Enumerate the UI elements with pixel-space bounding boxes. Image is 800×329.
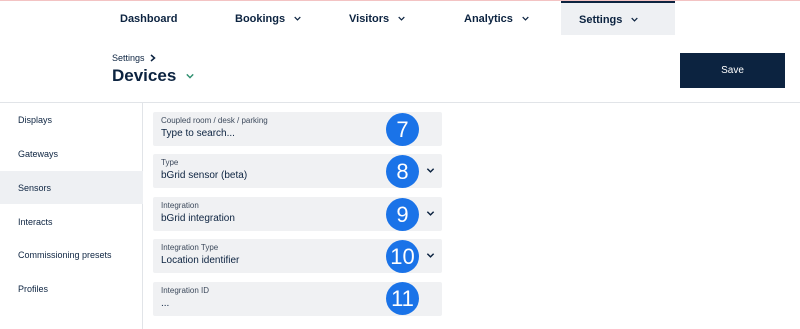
sidebar: Displays Gateways Sensors Interacts Comm… [0,103,143,329]
chevron-down-icon[interactable] [426,251,435,260]
field-value: bGrid sensor (beta) [161,170,248,181]
nav-label: Bookings [235,12,286,25]
sidebar-item-sensors[interactable]: Sensors [0,171,143,204]
sidebar-item-label: Commissioning presets [18,249,112,260]
top-nav: Dashboard Bookings Visitors Analytics Se… [0,0,800,36]
step-badge: 7 [386,113,419,146]
field-label: Type [161,158,179,167]
field-value: Type to search... [161,128,235,139]
chevron-down-icon[interactable] [426,209,435,218]
sidebar-item-commissioning-presets[interactable]: Commissioning presets [0,238,143,271]
field-value: ... [161,298,170,309]
step-badge: 8 [386,155,419,188]
save-button[interactable]: Save [680,53,785,88]
field-label: Coupled room / desk / parking [161,116,268,125]
chevron-down-icon[interactable] [426,166,435,175]
nav-visitors[interactable]: Visitors [349,1,405,36]
nav-label: Visitors [349,12,390,25]
field-value: Location identifier [161,255,240,266]
sidebar-item-label: Interacts [18,216,53,227]
breadcrumb-settings: Settings [112,53,145,63]
sidebar-item-gateways[interactable]: Gateways [0,137,143,170]
field-value: bGrid integration [161,213,235,224]
step-badge: 9 [386,198,419,231]
page-title-text: Devices [112,66,177,85]
chevron-down-icon [522,16,529,21]
step-badge: 10 [386,240,419,273]
nav-label: Dashboard [120,12,178,25]
sidebar-item-label: Gateways [18,148,59,159]
sidebar-item-displays[interactable]: Displays [0,103,143,136]
chevron-down-icon [294,16,301,21]
field-label: Integration ID [161,286,210,295]
nav-label: Analytics [464,12,513,25]
step-badge: 11 [386,282,419,315]
sidebar-item-interacts[interactable]: Interacts [0,205,143,238]
sidebar-item-label: Displays [18,114,53,125]
nav-bookings[interactable]: Bookings [235,1,301,36]
nav-label: Settings [579,13,623,26]
page-header: Settings Devices Save [0,35,800,103]
chevron-down-icon [631,17,639,22]
chevron-down-icon [186,73,194,79]
sidebar-item-profiles[interactable]: Profiles [0,272,143,305]
chevron-right-icon [150,54,156,62]
sidebar-item-label: Profiles [18,283,49,294]
sidebar-item-label: Sensors [18,182,52,193]
page-title[interactable]: Devices [112,66,194,86]
breadcrumb[interactable]: Settings [112,53,156,63]
field-label: Integration [161,201,199,210]
chevron-down-icon [398,16,405,21]
nav-analytics[interactable]: Analytics [464,1,529,36]
nav-settings[interactable]: Settings [561,1,675,36]
nav-dashboard[interactable]: Dashboard [120,1,177,36]
field-label: Integration Type [161,243,219,252]
